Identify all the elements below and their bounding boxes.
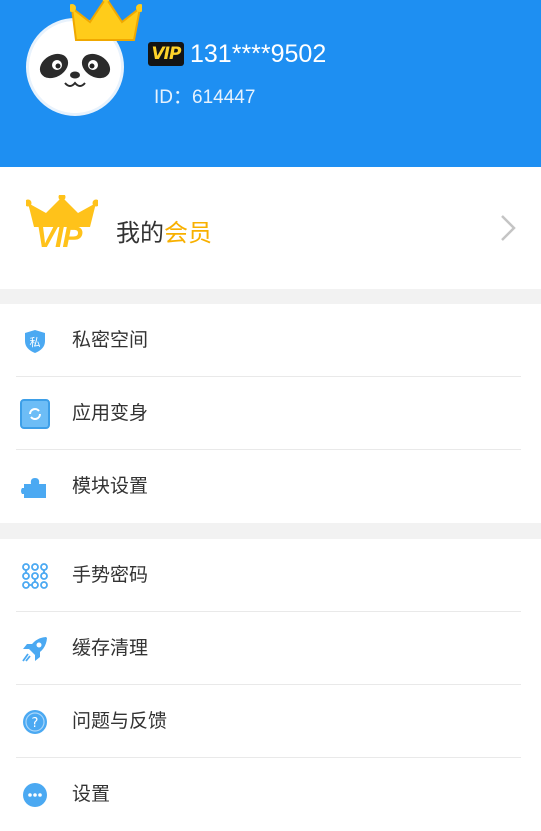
menu-item-feedback[interactable]: ? 问题与反馈 — [0, 685, 541, 758]
question-icon: ? — [23, 710, 47, 734]
menu-group-2: 手势密码 缓存清理 ? 问题与反馈 设置 — [0, 539, 541, 831]
menu-item-settings[interactable]: 设置 — [0, 758, 541, 831]
menu-label: 私密空间 — [72, 329, 149, 351]
my-membership-row[interactable]: VIP 我的会员 — [0, 167, 541, 289]
menu-item-private-space[interactable]: 私 私密空间 — [0, 304, 541, 377]
puzzle-icon — [21, 478, 46, 498]
member-title-prefix: 我的 — [116, 219, 164, 247]
vip-badge: VIP — [148, 42, 184, 66]
member-title-highlight: 会员 — [164, 219, 212, 247]
menu-label: 模块设置 — [72, 475, 149, 497]
menu-item-cache-clean[interactable]: 缓存清理 — [0, 612, 541, 685]
rocket-icon — [22, 637, 47, 662]
vip-logo-text: VIP — [36, 221, 82, 254]
svg-text:私: 私 — [30, 336, 41, 349]
menu-label: 问题与反馈 — [72, 710, 168, 732]
svg-text:?: ? — [32, 716, 39, 731]
chevron-right-icon — [501, 215, 516, 241]
menu-item-gesture-password[interactable]: 手势密码 — [0, 539, 541, 612]
menu-group-1: 私 私密空间 应用变身 模块设置 — [0, 304, 541, 523]
user-id: ID：614447 — [154, 87, 256, 108]
menu-item-app-disguise[interactable]: 应用变身 — [0, 377, 541, 450]
menu-label: 缓存清理 — [72, 637, 149, 659]
member-title: 我的会员 — [116, 213, 212, 248]
more-icon — [23, 783, 47, 807]
menu-item-module-settings[interactable]: 模块设置 — [0, 450, 541, 523]
crown-icon — [70, 0, 142, 41]
app-disguise-icon — [20, 399, 50, 429]
profile-header: VIP 131****9502 ID：614447 — [0, 0, 541, 167]
menu-label: 手势密码 — [72, 564, 149, 586]
avatar-area[interactable] — [26, 0, 146, 120]
menu-label: 应用变身 — [72, 402, 149, 424]
menu-label: 设置 — [72, 783, 111, 805]
phone-number: 131****9502 — [190, 40, 327, 68]
private-space-icon: 私 — [25, 330, 45, 353]
gesture-password-icon — [22, 563, 48, 589]
